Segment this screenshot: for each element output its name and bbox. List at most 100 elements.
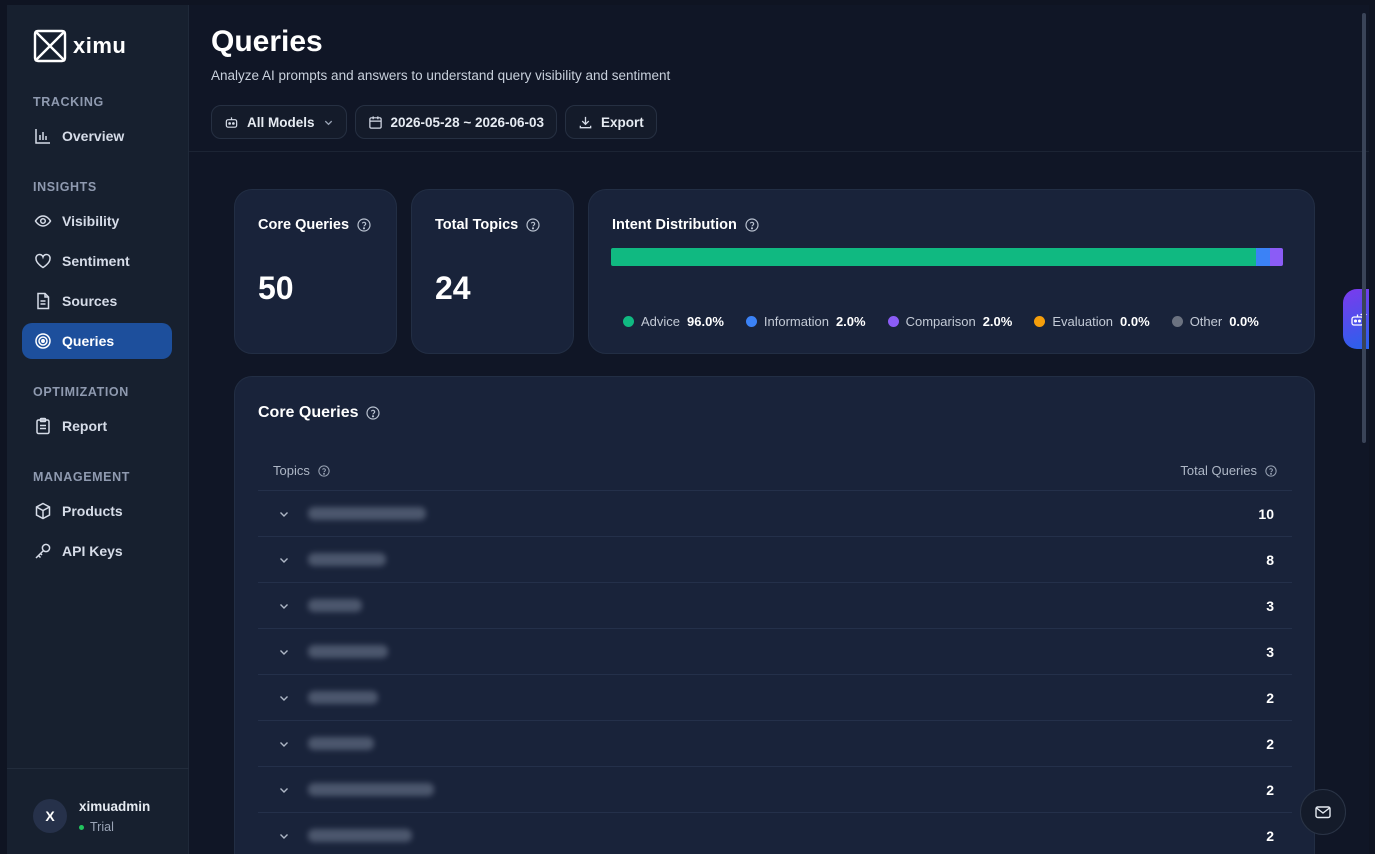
sidebar-item-api-keys[interactable]: API Keys <box>22 533 172 569</box>
sidebar-item-label: Sources <box>62 293 118 309</box>
box-icon <box>35 502 51 520</box>
target-icon <box>35 333 51 349</box>
sidebar-item-report[interactable]: Report <box>22 408 172 444</box>
chevron-down-icon[interactable] <box>278 784 290 796</box>
model-select-label: All Models <box>247 114 315 130</box>
legend-value: 0.0% <box>1229 314 1259 329</box>
total-topics-card: Total Topics 24 <box>411 189 574 354</box>
legend-item-evaluation[interactable]: Evaluation 0.0% <box>1034 314 1150 329</box>
intent-bar[interactable] <box>611 248 1283 266</box>
toolbar: All Models 2026-05-28 ~ 2026-06-03 Expor… <box>211 105 657 139</box>
export-button[interactable]: Export <box>565 105 657 139</box>
intent-distribution-card: Intent Distribution Advice 96.0% Informa… <box>588 189 1315 354</box>
intent-title: Intent Distribution <box>612 217 737 233</box>
app-window: ximu TRACKING Overview INSIGHTS Visibili… <box>7 5 1369 854</box>
date-range-picker[interactable]: 2026-05-28 ~ 2026-06-03 <box>354 105 558 139</box>
legend-label: Evaluation <box>1052 314 1114 329</box>
total-queries-value: 8 <box>1266 552 1274 568</box>
user-plan: Trial <box>79 820 114 834</box>
legend-item-advice[interactable]: Advice 96.0% <box>623 314 724 329</box>
messages-button[interactable] <box>1300 789 1346 835</box>
table-row[interactable]: 3 <box>258 629 1292 675</box>
chevron-down-icon[interactable] <box>278 646 290 658</box>
user-panel[interactable]: X ximuadmin Trial <box>7 768 189 854</box>
table-row[interactable]: 10 <box>258 491 1292 537</box>
chevron-down-icon[interactable] <box>278 600 290 612</box>
sidebar-item-label: Queries <box>62 333 115 349</box>
help-icon[interactable] <box>318 464 330 477</box>
chevron-down-icon[interactable] <box>278 554 290 566</box>
document-icon <box>37 292 50 310</box>
download-icon <box>579 116 592 128</box>
model-select[interactable]: All Models <box>211 105 347 139</box>
core-queries-card: Core Queries 50 <box>234 189 397 354</box>
sidebar-item-sentiment[interactable]: Sentiment <box>22 243 172 279</box>
total-topics-value: 24 <box>435 270 471 306</box>
legend-label: Information <box>763 314 829 329</box>
sidebar: ximu TRACKING Overview INSIGHTS Visibili… <box>7 5 189 854</box>
legend-value: 2.0% <box>835 314 866 329</box>
column-label: Topics <box>273 463 310 478</box>
sidebar-item-label: Report <box>62 418 108 434</box>
legend-dot-icon <box>745 316 757 327</box>
chevron-down-icon[interactable] <box>278 738 290 750</box>
help-icon[interactable] <box>366 406 381 420</box>
user-name: ximuadmin <box>79 799 151 814</box>
legend-item-other[interactable]: Other 0.0% <box>1171 314 1259 329</box>
logo-icon <box>33 29 67 63</box>
sidebar-item-label: Products <box>62 503 123 519</box>
legend-dot-icon <box>887 316 899 327</box>
sidebar-item-products[interactable]: Products <box>22 493 172 529</box>
table-title: Core Queries <box>258 404 359 421</box>
sidebar-item-queries[interactable]: Queries <box>22 323 172 359</box>
redacted-topic <box>308 507 426 520</box>
brand-name: ximu <box>73 33 127 58</box>
help-icon[interactable] <box>526 218 540 232</box>
sidebar-item-sources[interactable]: Sources <box>22 283 172 319</box>
help-icon[interactable] <box>357 218 371 232</box>
table-row[interactable]: 2 <box>258 767 1292 813</box>
intent-segment-information[interactable] <box>1256 248 1270 266</box>
scrollbar[interactable] <box>1362 13 1366 443</box>
intent-segment-advice[interactable] <box>611 248 1257 266</box>
sidebar-item-label: Overview <box>62 128 125 144</box>
legend-dot-icon <box>623 316 634 327</box>
table-row[interactable]: 2 <box>258 813 1292 854</box>
total-queries-value: 2 <box>1266 782 1274 798</box>
table-row[interactable]: 3 <box>258 583 1292 629</box>
total-queries-value: 2 <box>1266 690 1274 706</box>
chevron-down-icon[interactable] <box>278 830 290 842</box>
help-icon[interactable] <box>745 218 759 232</box>
calendar-icon <box>368 115 382 129</box>
sidebar-item-visibility[interactable]: Visibility <box>22 203 172 239</box>
core-queries-value: 50 <box>258 270 294 306</box>
intent-segment-comparison[interactable] <box>1269 248 1283 266</box>
table-row[interactable]: 2 <box>258 721 1292 767</box>
chevron-down-icon[interactable] <box>278 508 290 520</box>
avatar[interactable]: X <box>33 799 67 833</box>
legend-value: 0.0% <box>1120 314 1150 329</box>
legend-item-information[interactable]: Information 2.0% <box>745 314 866 329</box>
card-title: Core Queries <box>258 217 371 233</box>
section-title-tracking: TRACKING <box>33 95 104 109</box>
legend-item-comparison[interactable]: Comparison 2.0% <box>887 314 1012 329</box>
export-label: Export <box>601 114 644 130</box>
sidebar-item-overview[interactable]: Overview <box>22 118 172 154</box>
page-header: Queries Analyze AI prompts and answers t… <box>189 5 1369 152</box>
column-header-topics[interactable]: Topics <box>273 463 330 478</box>
column-header-total-queries[interactable]: Total Queries <box>1180 463 1277 478</box>
redacted-topic <box>308 691 378 704</box>
table-row[interactable]: 2 <box>258 675 1292 721</box>
total-queries-value: 10 <box>1258 506 1274 522</box>
chevron-down-icon <box>324 120 332 125</box>
card-title: Intent Distribution <box>612 217 759 233</box>
column-label: Total Queries <box>1180 463 1257 478</box>
redacted-topic <box>308 829 412 842</box>
mail-icon <box>1315 806 1331 819</box>
help-icon[interactable] <box>1265 464 1277 477</box>
logo[interactable]: ximu <box>33 29 126 63</box>
card-title: Total Topics <box>435 217 540 233</box>
table-row[interactable]: 8 <box>258 537 1292 583</box>
chevron-down-icon[interactable] <box>278 692 290 704</box>
redacted-topic <box>308 599 362 612</box>
